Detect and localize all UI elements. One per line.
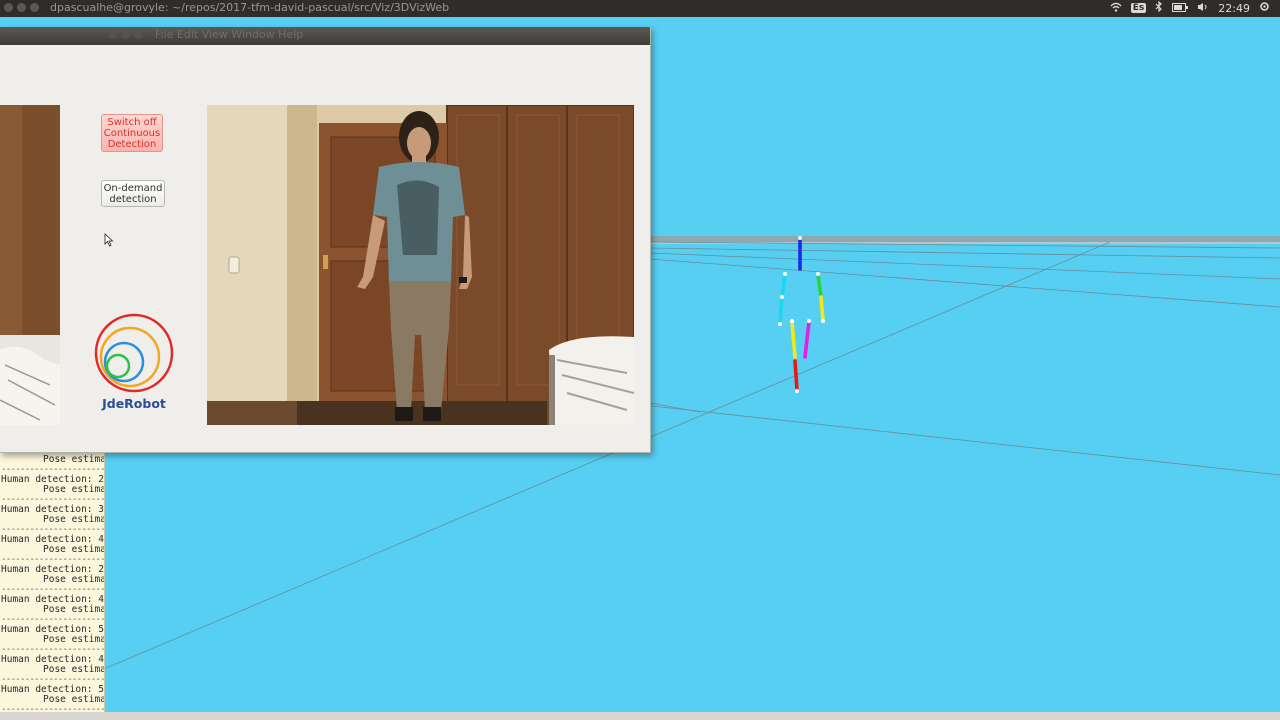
jderobot-logo-rings [94, 313, 174, 393]
volume-icon[interactable] [1197, 2, 1209, 15]
pose-skeleton [778, 236, 825, 392]
terminal-log-entry: Human detection: 35 Pose estima ----------… [1, 505, 105, 535]
terminal-log-entry: Human detection: 31Pose estima----------… [1, 452, 104, 474]
detection-app-window: File Edit View Window Help Switch off Co… [0, 27, 651, 453]
joint [783, 272, 787, 276]
clock[interactable]: 22:49 [1218, 2, 1250, 15]
joint [795, 389, 799, 393]
joint [790, 319, 794, 323]
jderobot-logo: JdeRobot [94, 313, 174, 413]
log-separator: ------------------------ [1, 675, 104, 684]
close-window-icon[interactable] [4, 3, 13, 12]
system-top-bar: dpascualhe@grovyle: ~/repos/2017-tfm-dav… [0, 0, 1280, 17]
on-demand-detection-button[interactable]: On-demand detection [101, 180, 165, 207]
skeleton-left-torso [790, 320, 797, 359]
input-camera-view [0, 105, 60, 425]
log-separator: ------------------------ [1, 585, 104, 594]
skeleton-right-forearm [819, 295, 825, 322]
mouse-cursor-icon [104, 233, 114, 247]
log-separator: ------------------------ [1, 465, 104, 474]
skeleton-right-upper-arm [816, 273, 823, 299]
joint [821, 319, 825, 323]
terminal-log-entry: Human detection: 52 Pose estima ----------… [1, 625, 105, 655]
pose-estimation-line: Pose estima [43, 514, 105, 525]
log-separator: ------------------------ [1, 525, 104, 534]
skeleton-right-torso [803, 320, 811, 359]
skeleton-left-forearm [778, 295, 784, 325]
log-separator: ------------------------ [1, 705, 104, 712]
pose-estimation-line: Pose estima [43, 544, 105, 555]
pose-estimation-line: Pose estima [43, 574, 105, 585]
detection-camera-view [207, 105, 634, 425]
joint [780, 295, 784, 299]
joint [807, 319, 811, 323]
pose-estimation-line: Pose estima [43, 484, 105, 495]
window-controls[interactable] [4, 3, 39, 12]
log-separator: ------------------------ [1, 645, 104, 654]
ghost-window-controls [108, 30, 143, 39]
joint [816, 272, 820, 276]
switch-off-continuous-detection-button[interactable]: Switch off Continuous Detection [101, 114, 163, 152]
terminal-log-entry: Human detection: 48 Pose estima ----------… [1, 535, 105, 565]
wifi-icon[interactable] [1110, 2, 1122, 15]
system-tray: Es 22:49 [1110, 0, 1270, 15]
maximize-window-icon[interactable] [30, 3, 39, 12]
log-separator: ------------------------ [1, 555, 104, 564]
terminal-log-entry: Human detection: 51 Pose estima ----------… [1, 685, 105, 713]
joint [778, 322, 782, 326]
jderobot-logo-text: JdeRobot [102, 396, 166, 411]
settings-gear-icon[interactable] [1259, 1, 1270, 15]
terminal-output[interactable]: Human detection: 31Pose estima----------… [0, 452, 105, 712]
terminal-window-title: dpascualhe@grovyle: ~/repos/2017-tfm-dav… [50, 1, 450, 14]
bluetooth-icon[interactable] [1155, 0, 1163, 15]
skeleton-leg [793, 359, 799, 392]
log-separator: ------------------------ [1, 495, 104, 504]
terminal-log-entry: Human detection: 28 Pose estima ----------… [1, 475, 105, 505]
app-window-titlebar[interactable]: File Edit View Window Help [0, 27, 650, 45]
terminal-log-entry: Human detection: 46 Pose estima ----------… [1, 655, 105, 685]
terminal-log-entry: Human detection: 44 Pose estima ----------… [1, 595, 105, 625]
keyboard-layout-icon[interactable]: Es [1130, 3, 1147, 13]
minimize-window-icon[interactable] [17, 3, 26, 12]
horizon-band [650, 236, 1280, 242]
pose-estimation-line: Pose estima [43, 634, 105, 645]
pose-estimation-line: Pose estima [43, 454, 105, 465]
pose-estimation-line: Pose estima [43, 664, 105, 675]
ghost-menu-bar: File Edit View Window Help [155, 28, 304, 41]
pose-estimation-line: Pose estima [43, 604, 105, 615]
log-separator: ------------------------ [1, 615, 104, 624]
skeleton-left-upper-arm [780, 273, 787, 299]
pose-estimation-line: Pose estima [43, 694, 105, 705]
battery-icon[interactable] [1172, 2, 1189, 15]
joint [798, 236, 802, 240]
terminal-log-entry: Human detection: 27 Pose estima ----------… [1, 565, 105, 595]
window-bottom-scrollbar[interactable] [0, 712, 1280, 720]
